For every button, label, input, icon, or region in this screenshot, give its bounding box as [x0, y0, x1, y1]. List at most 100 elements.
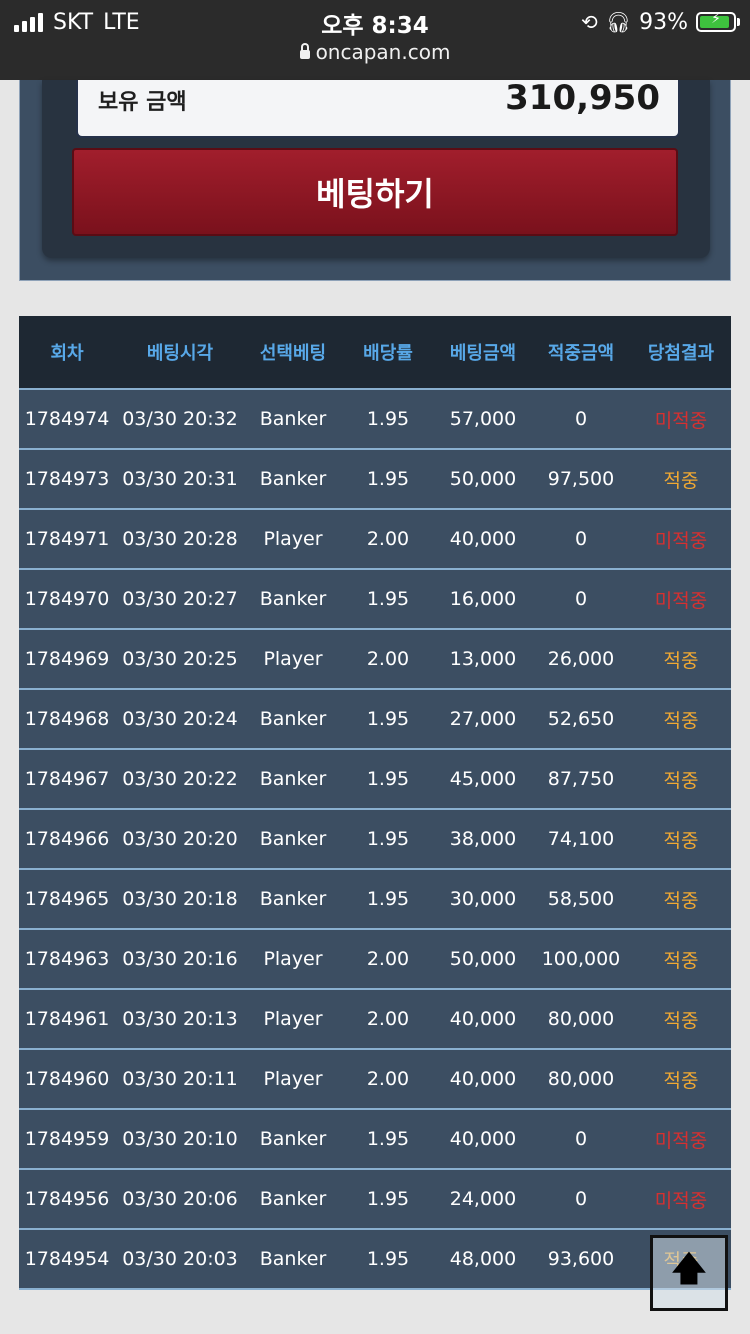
cell-bet-amount: 13,000 — [449, 648, 517, 670]
cell-bet-time: 03/30 20:31 — [122, 468, 238, 490]
cell-win-amount: 52,650 — [547, 708, 615, 730]
header-odds: 배당률 — [363, 343, 413, 364]
header-result: 당첨결과 — [647, 343, 715, 364]
cell-selection: Banker — [259, 1188, 327, 1210]
header-win-amount: 적중금액 — [547, 343, 615, 364]
cell-bet-amount: 24,000 — [449, 1188, 517, 1210]
cell-round: 1784974 — [24, 408, 110, 430]
cell-bet-amount: 50,000 — [449, 468, 517, 490]
cell-bet-amount: 27,000 — [449, 708, 517, 730]
table-row: 1784960 03/30 20:11 Player 2.00 40,000 80,000… — [19, 1048, 731, 1108]
cell-win-amount: 0 — [574, 588, 588, 610]
cell-result: 적중 — [663, 1009, 699, 1032]
cell-win-amount: 0 — [574, 408, 588, 430]
table-row: 1784974 03/30 20:32 Banker 1.95 57,000 0 미적중 — [19, 388, 731, 448]
cell-win-amount: 0 — [574, 1128, 588, 1150]
address-bar[interactable]: oncapan.com — [0, 40, 750, 64]
balance-box: 보유 금액 310,950 — [76, 78, 680, 138]
cell-odds: 1.95 — [366, 1248, 410, 1270]
cell-bet-amount: 40,000 — [449, 1008, 517, 1030]
cell-odds: 1.95 — [366, 588, 410, 610]
cell-result: 미적중 — [654, 1189, 708, 1212]
bet-panel: 보유 금액 310,950 베팅하기 — [19, 78, 731, 281]
cell-bet-time: 03/30 20:18 — [122, 888, 238, 910]
cell-bet-time: 03/30 20:32 — [122, 408, 238, 430]
cell-odds: 2.00 — [366, 1008, 410, 1030]
cell-selection: Player — [263, 1068, 323, 1090]
scroll-top-button[interactable]: 🡅 — [650, 1235, 728, 1311]
cell-round: 1784970 — [24, 588, 110, 610]
cell-selection: Banker — [259, 888, 327, 910]
cell-result: 적중 — [663, 1069, 699, 1092]
cell-bet-amount: 30,000 — [449, 888, 517, 910]
cell-odds: 1.95 — [366, 768, 410, 790]
cell-result: 미적중 — [654, 589, 708, 612]
cell-bet-time: 03/30 20:13 — [122, 1008, 238, 1030]
cell-bet-amount: 48,000 — [449, 1248, 517, 1270]
table-row: 1784963 03/30 20:16 Player 2.00 50,000 100,00… — [19, 928, 731, 988]
cell-round: 1784967 — [24, 768, 110, 790]
cell-result: 적중 — [663, 949, 699, 972]
table-body: 1784974 03/30 20:32 Banker 1.95 57,000 0 미적중 17… — [19, 388, 731, 1288]
arrow-up-icon: 🡅 — [671, 1248, 707, 1289]
cell-odds: 1.95 — [366, 468, 410, 490]
cell-round: 1784963 — [24, 948, 110, 970]
cell-round: 1784956 — [24, 1188, 110, 1210]
cell-odds: 1.95 — [366, 1188, 410, 1210]
table-row: 1784970 03/30 20:27 Banker 1.95 16,000 0 미적중 — [19, 568, 731, 628]
cell-odds: 2.00 — [366, 528, 410, 550]
header-selection: 선택베팅 — [259, 343, 327, 364]
cell-selection: Player — [263, 1008, 323, 1030]
cell-bet-amount: 45,000 — [449, 768, 517, 790]
cell-win-amount: 80,000 — [547, 1068, 615, 1090]
balance-value: 310,950 — [505, 78, 660, 118]
cell-win-amount: 74,100 — [547, 828, 615, 850]
cell-result: 적중 — [663, 889, 699, 912]
cell-round: 1784966 — [24, 828, 110, 850]
balance-label: 보유 금액 — [98, 90, 187, 115]
cell-selection: Banker — [259, 468, 327, 490]
bet-button[interactable]: 베팅하기 — [72, 148, 678, 236]
table-row: 1784954 03/30 20:03 Banker 1.95 48,000 93,600… — [19, 1228, 731, 1288]
cell-bet-time: 03/30 20:27 — [122, 588, 238, 610]
cell-bet-amount: 40,000 — [449, 1068, 517, 1090]
header-round: 회차 — [50, 343, 84, 364]
cell-win-amount: 58,500 — [547, 888, 615, 910]
cell-bet-time: 03/30 20:16 — [122, 948, 238, 970]
table-row: 1784966 03/30 20:20 Banker 1.95 38,000 74,100… — [19, 808, 731, 868]
table-row: 1784968 03/30 20:24 Banker 1.95 27,000 52,650… — [19, 688, 731, 748]
cell-result: 미적중 — [654, 529, 708, 552]
table-row: 1784959 03/30 20:10 Banker 1.95 40,000 0 미적중 — [19, 1108, 731, 1168]
cell-selection: Player — [263, 948, 323, 970]
cell-round: 1784969 — [24, 648, 110, 670]
cell-selection: Player — [263, 648, 323, 670]
cell-bet-amount: 40,000 — [449, 1128, 517, 1150]
cell-round: 1784965 — [24, 888, 110, 910]
cell-win-amount: 0 — [574, 528, 588, 550]
cell-odds: 1.95 — [366, 408, 410, 430]
cell-odds: 2.00 — [366, 948, 410, 970]
cell-win-amount: 93,600 — [547, 1248, 615, 1270]
bet-history-table: 회차 베팅시각 선택베팅 배당률 베팅금액 적중금액 당첨결과 1784974 0… — [19, 316, 731, 1290]
cell-result: 미적중 — [654, 409, 708, 432]
cell-odds: 2.00 — [366, 648, 410, 670]
cell-selection: Banker — [259, 768, 327, 790]
cell-win-amount: 80,000 — [547, 1008, 615, 1030]
table-header: 회차 베팅시각 선택베팅 배당률 베팅금액 적중금액 당첨결과 — [19, 316, 731, 388]
cell-odds: 1.95 — [366, 828, 410, 850]
cell-selection: Banker — [259, 588, 327, 610]
cell-result: 적중 — [663, 469, 699, 492]
table-row: 1784967 03/30 20:22 Banker 1.95 45,000 87,750… — [19, 748, 731, 808]
cell-win-amount: 0 — [574, 1188, 588, 1210]
cell-odds: 2.00 — [366, 1068, 410, 1090]
cell-bet-time: 03/30 20:06 — [122, 1188, 238, 1210]
table-row: 1784973 03/30 20:31 Banker 1.95 50,000 97,500… — [19, 448, 731, 508]
cell-result: 적중 — [663, 709, 699, 732]
table-row: 1784956 03/30 20:06 Banker 1.95 24,000 0 미적중 — [19, 1168, 731, 1228]
cell-odds: 1.95 — [366, 708, 410, 730]
cell-bet-time: 03/30 20:25 — [122, 648, 238, 670]
cell-round: 1784961 — [24, 1008, 110, 1030]
cell-result: 적중 — [663, 769, 699, 792]
cell-selection: Banker — [259, 408, 327, 430]
cell-bet-time: 03/30 20:03 — [122, 1248, 238, 1270]
